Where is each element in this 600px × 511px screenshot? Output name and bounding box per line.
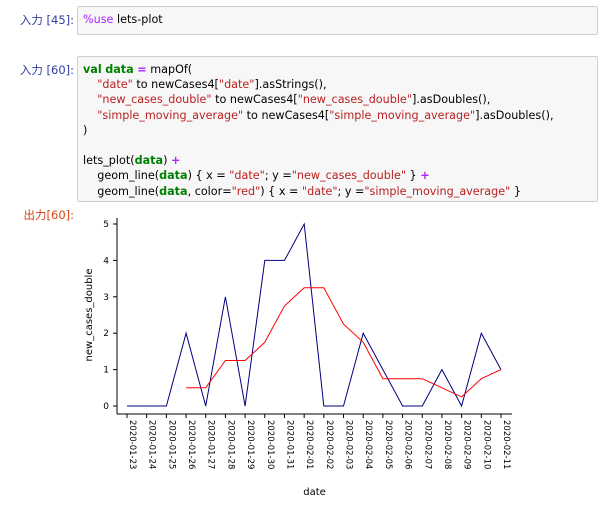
code-token: "new_cases_double" (297, 93, 412, 107)
code-line: "simple_moving_average" to newCases4["si… (83, 108, 592, 123)
code-token: to newCases4[ (132, 78, 219, 92)
y-tick-label: 2 (103, 329, 109, 339)
code-token: + (420, 169, 430, 183)
code-line: lets_plot(data) + (83, 153, 592, 168)
code-token: %use (83, 13, 114, 26)
x-tick-label: 2020-01-27 (206, 420, 216, 469)
y-tick-label: 0 (103, 402, 109, 412)
code-token: "simple_moving_average" (364, 184, 511, 198)
x-tick-label: 2020-02-02 (324, 420, 334, 469)
code-token: data (159, 169, 188, 183)
x-tick-label: 2020-02-04 (363, 420, 373, 469)
x-tick-label: 2020-02-01 (304, 420, 314, 469)
code-line: %use lets-plot (83, 12, 592, 27)
code-line: val data = mapOf( (83, 62, 592, 77)
y-tick-label: 5 (103, 220, 109, 230)
x-tick-label: 2020-02-10 (481, 420, 491, 469)
code-line: ) (83, 123, 592, 138)
code-token: ].asStrings(), (254, 78, 327, 92)
y-tick-label: 3 (103, 293, 109, 303)
code-token: ) { x = (187, 169, 230, 183)
cell-1-prompt: 入力 [45]: (19, 13, 74, 27)
cell-1-code-editor[interactable]: %use lets-plot (77, 6, 598, 35)
code-token: = (137, 63, 147, 76)
x-tick-label: 2020-02-08 (442, 420, 452, 469)
y-tick-label: 4 (103, 256, 109, 266)
x-tick-label: 2020-02-05 (383, 420, 393, 469)
code-token: "date" (218, 78, 255, 92)
code-line: geom_line(data) { x = "date"; y ="new_ca… (83, 168, 592, 183)
code-token: "date" (97, 78, 133, 92)
code-token: geom_line( (83, 184, 160, 198)
code-line: geom_line(data, color="red") { x = "date… (83, 184, 592, 199)
code-token: mapOf( (146, 63, 193, 76)
x-axis-title: date (303, 487, 326, 498)
code-token: ; y = (337, 184, 365, 198)
code-token: "red" (231, 184, 261, 198)
code-token: "simple_moving_average" (329, 108, 476, 122)
code-token: "date" (301, 184, 338, 198)
code-line: "date" to newCases4["date"].asStrings(), (83, 77, 592, 92)
x-tick-label: 2020-01-29 (245, 420, 255, 469)
x-tick-label: 2020-02-09 (462, 420, 472, 469)
code-token: lets_plot( (83, 154, 135, 168)
cell-2: 入力 [60]: val data = mapOf( "date" to new… (0, 50, 600, 202)
output-prompt: 出力[60]: (23, 208, 74, 222)
code-token: ) (163, 154, 171, 168)
code-token: "date" (229, 169, 265, 183)
x-tick-label: 2020-01-25 (166, 420, 176, 469)
code-token: , color= (187, 184, 232, 198)
line-chart: 0 1 2 3 4 5 2020-01-23 2020-01-24 2020-01-25 2020… (84, 218, 512, 498)
code-token: lets-plot (113, 13, 163, 26)
code-token: val (83, 63, 102, 76)
code-token: data (159, 184, 188, 198)
y-tick-label: 1 (103, 366, 109, 376)
code-token: } (405, 169, 421, 183)
code-token: ) { x = (260, 184, 302, 198)
code-token: "new_cases_double" (97, 93, 212, 107)
cell-2-code-editor[interactable]: val data = mapOf( "date" to newCases4["d… (77, 56, 598, 202)
x-tick-label: 2020-02-11 (501, 420, 511, 469)
code-token: } (510, 184, 521, 198)
code-token: + (171, 154, 181, 168)
cell-2-prompt: 入力 [60]: (19, 63, 74, 77)
cell-1: 入力 [45]: %use lets-plot (0, 0, 600, 40)
x-tick-label: 2020-01-24 (147, 420, 157, 469)
plot-output: 0 1 2 3 4 5 2020-01-23 2020-01-24 2020-01-25 2020… (77, 208, 597, 507)
x-tick-label: 2020-01-23 (127, 420, 137, 469)
code-token: data (134, 154, 164, 168)
code-line: "new_cases_double" to newCases4["new_cas… (83, 92, 592, 107)
code-token: to newCases4[ (243, 108, 330, 122)
x-tick-label: 2020-02-06 (403, 420, 413, 469)
code-token: ) (83, 123, 88, 137)
x-tick-label: 2020-02-03 (344, 420, 354, 469)
code-token: ; y = (264, 169, 292, 183)
code-token: data (105, 63, 134, 76)
y-axis-title: new_cases_double (84, 269, 95, 362)
code-token: "simple_moving_average" (97, 108, 244, 122)
x-tick-label: 2020-02-07 (422, 420, 432, 469)
x-tick-label: 2020-01-31 (284, 420, 294, 469)
x-tick-label: 2020-01-28 (225, 420, 235, 469)
code-token: to newCases4[ (211, 93, 298, 107)
code-token: geom_line( (83, 169, 160, 183)
x-tick-label: 2020-01-26 (186, 420, 196, 469)
x-tick-label: 2020-01-30 (265, 420, 275, 469)
code-token: "new_cases_double" (291, 169, 406, 183)
series-0-line (127, 222, 502, 408)
code-token: ].asDoubles(), (411, 93, 491, 107)
code-token: ].asDoubles(), (475, 108, 554, 122)
